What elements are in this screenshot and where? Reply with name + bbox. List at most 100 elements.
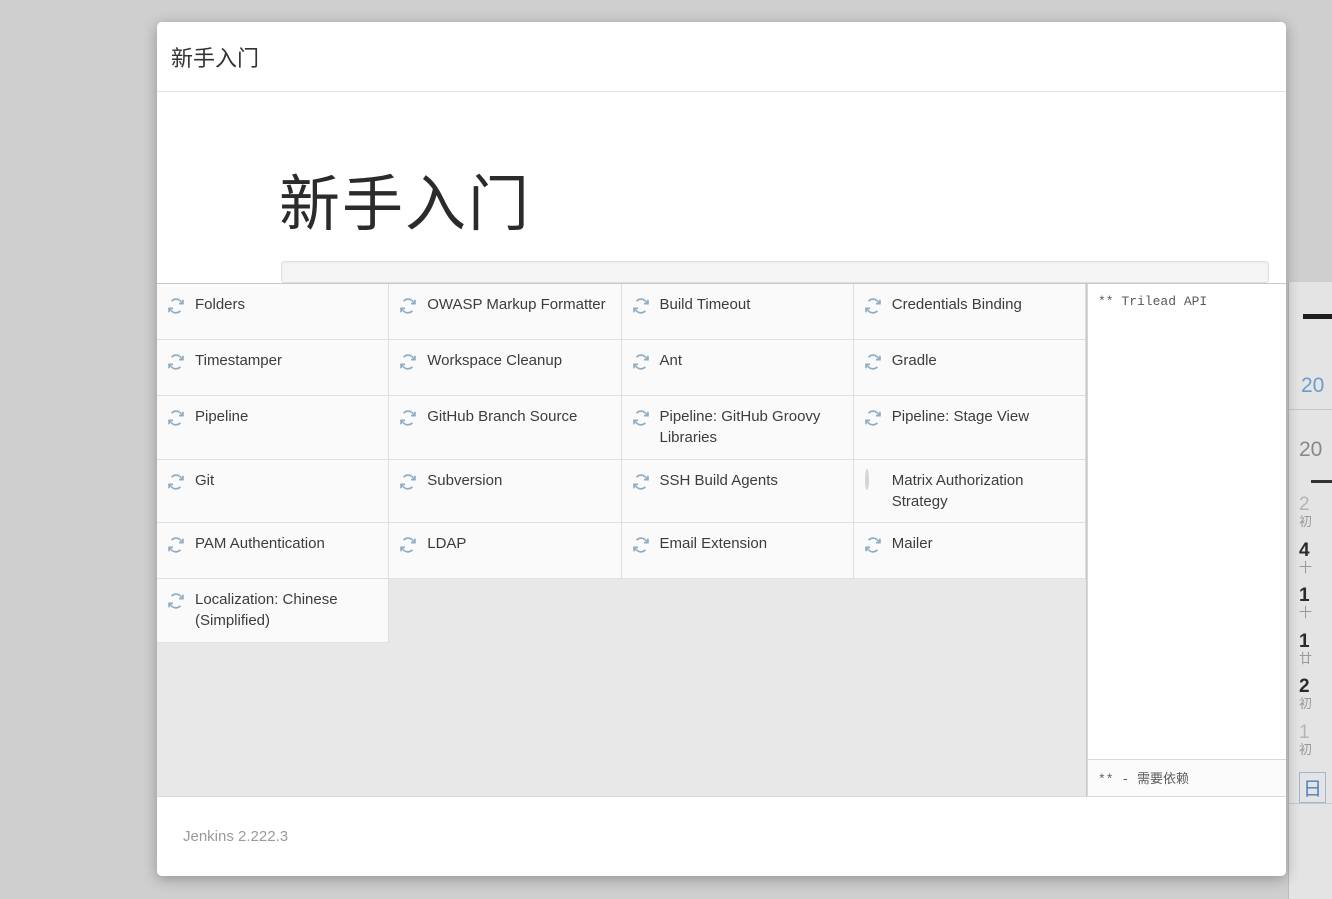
plugin-cell: LDAP: [389, 523, 622, 580]
plugin-cell: Gradle: [853, 340, 1086, 396]
plugin-name-label: GitHub Branch Source: [427, 408, 578, 425]
plugin-cell: Email Extension: [621, 523, 854, 580]
install-content-area: Folders OWASP Markup Formatter Build Timeo…: [157, 283, 1286, 796]
calendar-day-number: 1: [1299, 721, 1310, 743]
sync-icon: [630, 350, 660, 373]
calendar-days-container: 2初4十1十1廿2初1初: [1299, 495, 1332, 756]
calendar-day-entry[interactable]: 2初: [1299, 495, 1332, 529]
calendar-lunar-label: 十: [1299, 559, 1313, 575]
calendar-day-number: 2: [1299, 676, 1310, 698]
plugin-cell: Timestamper: [157, 340, 390, 396]
plugin-cell: Ant: [621, 340, 854, 396]
plugin-cell-empty: [622, 579, 854, 643]
pending-circle-icon: [862, 468, 884, 493]
plugin-name-label: Matrix Authorization Strategy: [891, 471, 1024, 510]
plugin-name-label: Pipeline: Stage View: [891, 408, 1030, 425]
plugin-name-label: Build Timeout: [659, 296, 751, 313]
calendar-rule-divider: [1303, 314, 1332, 319]
calendar-day-number: 4: [1299, 539, 1310, 561]
sync-icon: [397, 470, 427, 493]
calendar-lunar-label: 初: [1299, 741, 1313, 757]
plugin-name-label: Workspace Cleanup: [427, 352, 563, 369]
plugin-cell: OWASP Markup Formatter: [389, 284, 622, 340]
calendar-dash-divider: [1311, 480, 1332, 483]
plugin-cell: PAM Authentication: [157, 523, 390, 580]
sync-icon: [165, 589, 195, 612]
plugin-cell: Pipeline: Stage View: [853, 396, 1086, 460]
window-titlebar: 新手入门: [157, 22, 1286, 92]
calendar-year-highlight: 20: [1301, 374, 1325, 397]
dependency-legend-text: ** - 需要依赖: [1098, 772, 1190, 787]
plugin-name-label: Pipeline: [195, 408, 249, 425]
dependency-log-footer: ** - 需要依赖: [1088, 759, 1286, 796]
plugin-cell: Pipeline: GitHub Groovy Libraries: [621, 396, 854, 460]
sync-icon: [165, 470, 195, 493]
sync-icon: [397, 533, 427, 556]
plugin-name-label: LDAP: [427, 535, 467, 553]
plugin-name-label: Timestamper: [195, 352, 282, 369]
calendar-lunar-label: 十: [1299, 605, 1313, 621]
plugin-name-label: Mailer: [891, 535, 933, 553]
plugin-name-label: PAM Authentication: [195, 535, 325, 553]
sync-icon: [165, 350, 195, 373]
sync-icon: [397, 294, 427, 317]
calendar-header: 20: [1289, 282, 1332, 410]
plugin-cell: Folders: [157, 284, 390, 340]
install-progress-bar: [281, 261, 1269, 283]
plugin-cell: SSH Build Agents: [621, 459, 854, 524]
plugin-name-label: Ant: [659, 352, 683, 369]
plugin-cell: GitHub Branch Source: [389, 396, 622, 460]
calendar-year-secondary: 20: [1299, 438, 1323, 461]
sync-icon: [630, 406, 660, 429]
calendar-day-entry[interactable]: 4十: [1299, 539, 1332, 575]
sync-icon: [862, 533, 892, 556]
calendar-day-list[interactable]: 20 2初4十1十1廿2初1初 日: [1289, 410, 1332, 805]
sync-icon: [630, 470, 660, 493]
plugin-cell: Localization: Chinese (Simplified): [157, 579, 390, 643]
plugin-cell-empty: [854, 579, 1086, 643]
calendar-footer-button[interactable]: 日: [1299, 772, 1327, 804]
dependency-log-panel: ** Trilead API ** - 需要依赖: [1087, 284, 1286, 796]
plugin-name-label: Folders: [195, 296, 246, 313]
calendar-lunar-label: 廿: [1299, 650, 1313, 666]
calendar-day-entry[interactable]: 1廿: [1299, 630, 1332, 666]
sync-icon: [630, 533, 660, 556]
calendar-day-number: 1: [1299, 585, 1310, 607]
page-title: 新手入门: [279, 170, 532, 238]
window-title: 新手入门: [171, 45, 260, 71]
sync-icon: [630, 294, 660, 317]
plugin-cell: Matrix Authorization Strategy: [853, 459, 1086, 524]
sync-icon: [397, 406, 427, 429]
calendar-day-number: 2: [1299, 494, 1310, 515]
sync-icon: [165, 294, 195, 317]
plugin-name-label: Gradle: [891, 352, 937, 369]
calendar-day-entry[interactable]: 1十: [1299, 586, 1332, 620]
calendar-day-number: 1: [1299, 630, 1310, 652]
plugin-cell-empty: [389, 579, 621, 643]
plugin-name-label: OWASP Markup Formatter: [427, 296, 606, 313]
getting-started-window: 新手入门 新手入门 Folders OWASP Markup Formatter B…: [157, 22, 1286, 876]
plugin-name-label: Pipeline: GitHub Groovy Libraries: [659, 408, 821, 447]
right-side-calendar-panel[interactable]: 20 20 2初4十1十1廿2初1初 日: [1288, 282, 1332, 899]
plugin-cell: Pipeline: [157, 396, 390, 460]
sync-icon: [165, 533, 195, 556]
plugin-name-label: Email Extension: [659, 535, 768, 553]
plugin-name-label: Credentials Binding: [891, 296, 1022, 313]
hero-section: 新手入门: [157, 92, 1286, 283]
sync-icon: [165, 406, 195, 429]
plugin-cell: Mailer: [853, 523, 1086, 580]
plugin-install-grid: Folders OWASP Markup Formatter Build Timeo…: [157, 284, 1087, 796]
window-footer: Jenkins 2.222.3: [157, 796, 1286, 876]
plugin-name-label: SSH Build Agents: [659, 471, 778, 489]
calendar-day-entry[interactable]: 1初: [1299, 721, 1332, 757]
sync-icon: [862, 294, 892, 317]
plugin-name-label: Localization: Chinese (Simplified): [195, 591, 338, 630]
plugin-cell: Credentials Binding: [853, 284, 1086, 340]
dependency-log-line: ** Trilead API: [1098, 294, 1208, 309]
jenkins-version-label: Jenkins 2.222.3: [183, 828, 289, 845]
plugin-cell: Git: [157, 459, 390, 524]
plugin-cell: Subversion: [389, 459, 622, 524]
calendar-day-entry[interactable]: 2初: [1299, 677, 1332, 711]
sync-icon: [862, 350, 892, 373]
sync-icon: [397, 350, 427, 373]
